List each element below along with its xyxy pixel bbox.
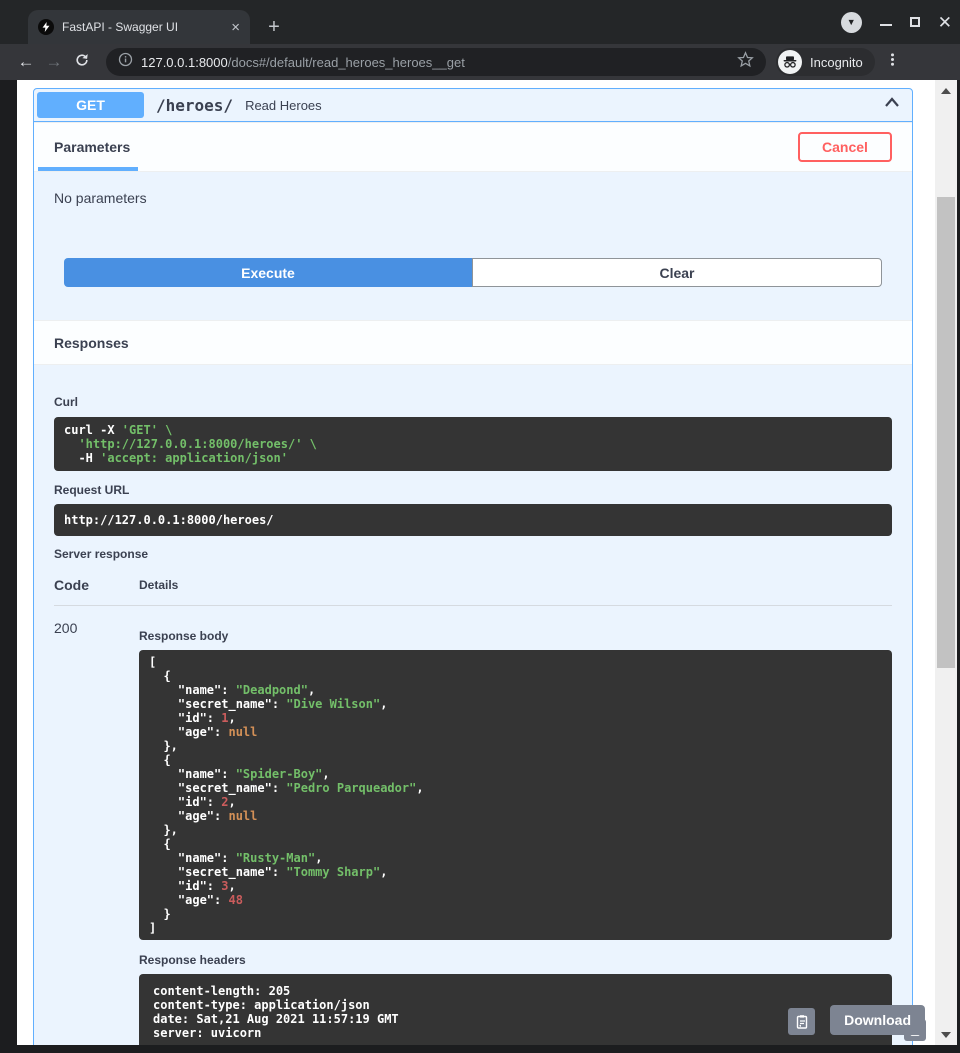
page-info-icon[interactable] [118, 52, 133, 72]
browser-tab[interactable]: FastAPI - Swagger UI × [28, 10, 250, 44]
opblock-summary[interactable]: GET /heroes/ Read Heroes [34, 89, 912, 122]
scrollbar-up-arrow[interactable] [935, 82, 957, 99]
responses-body: Curl curl -X 'GET' \ 'http://127.0.0.1:8… [34, 365, 912, 1045]
address-bar[interactable]: 127.0.0.1:8000/docs#/default/read_heroes… [106, 48, 766, 76]
method-badge: GET [37, 92, 144, 118]
details-column-header: Details [139, 578, 178, 592]
server-response-label: Server response [54, 547, 892, 561]
opblock-get-heroes: GET /heroes/ Read Heroes Parameters Canc… [33, 88, 913, 1045]
curl-label: Curl [54, 395, 892, 409]
reload-button[interactable] [68, 52, 96, 73]
tab-close-icon[interactable]: × [231, 20, 240, 35]
response-table-header: Code Details [54, 577, 892, 593]
browser-toolbar: ← → 127.0.0.1:8000/docs#/default/read_he… [0, 44, 960, 80]
cancel-button[interactable]: Cancel [798, 132, 892, 162]
swagger-page: GET /heroes/ Read Heroes Parameters Canc… [17, 80, 935, 1045]
endpoint-summary: Read Heroes [245, 98, 882, 113]
tab-parameters[interactable]: Parameters [54, 139, 130, 155]
back-button[interactable]: ← [12, 52, 40, 72]
scrollbar-down-arrow[interactable] [935, 1026, 957, 1043]
window-minimize-button[interactable] [880, 24, 892, 26]
response-headers-value: content-length: 205content-type: applica… [139, 974, 892, 1045]
scrollbar-thumb[interactable] [937, 197, 955, 668]
response-body-json[interactable]: [ { "name": "Deadpond", "secret_name": "… [139, 650, 892, 940]
new-tab-button[interactable]: + [262, 15, 286, 39]
table-divider [54, 605, 892, 606]
response-copy-button[interactable] [788, 1008, 815, 1035]
fastapi-favicon-icon [38, 19, 54, 35]
no-parameters-text: No parameters [54, 190, 892, 206]
request-url-value: http://127.0.0.1:8000/heroes/ [54, 504, 892, 536]
url-text[interactable]: 127.0.0.1:8000/docs#/default/read_heroes… [141, 55, 737, 70]
tab-search-icon[interactable]: ▼ [841, 12, 862, 33]
browser-tab-strip: FastAPI - Swagger UI × + ▼ ✕ [0, 0, 960, 44]
download-button[interactable]: Download [830, 1005, 925, 1035]
page-scrollbar[interactable] [935, 80, 957, 1045]
parameters-body: No parameters Execute Clear [34, 172, 912, 320]
window-maximize-button[interactable] [910, 17, 920, 27]
incognito-icon [778, 50, 802, 74]
clear-button[interactable]: Clear [472, 258, 882, 287]
execute-button[interactable]: Execute [64, 258, 472, 287]
code-column-header: Code [54, 577, 139, 593]
tab-title: FastAPI - Swagger UI [62, 20, 225, 34]
forward-button[interactable]: → [40, 52, 68, 72]
response-headers-label: Response headers [139, 953, 892, 967]
request-url-label: Request URL [54, 483, 892, 497]
collapse-chevron-icon[interactable] [882, 93, 902, 118]
response-row-200: 200 Response body [ { "name": "Deadpond"… [54, 620, 892, 1045]
endpoint-path: /heroes/ [156, 96, 233, 115]
responses-header: Responses [34, 320, 912, 365]
responses-title: Responses [54, 335, 129, 351]
browser-menu-icon[interactable] [879, 52, 907, 72]
bookmark-star-icon[interactable] [737, 51, 754, 73]
incognito-label: Incognito [810, 55, 863, 70]
curl-command[interactable]: curl -X 'GET' \ 'http://127.0.0.1:8000/h… [54, 417, 892, 471]
incognito-badge: Incognito [776, 48, 875, 76]
status-code: 200 [54, 620, 139, 1045]
response-body-label: Response body [139, 629, 892, 643]
parameters-header: Parameters Cancel [34, 122, 912, 172]
window-close-button[interactable]: ✕ [938, 14, 952, 31]
active-tab-underline [38, 167, 138, 171]
